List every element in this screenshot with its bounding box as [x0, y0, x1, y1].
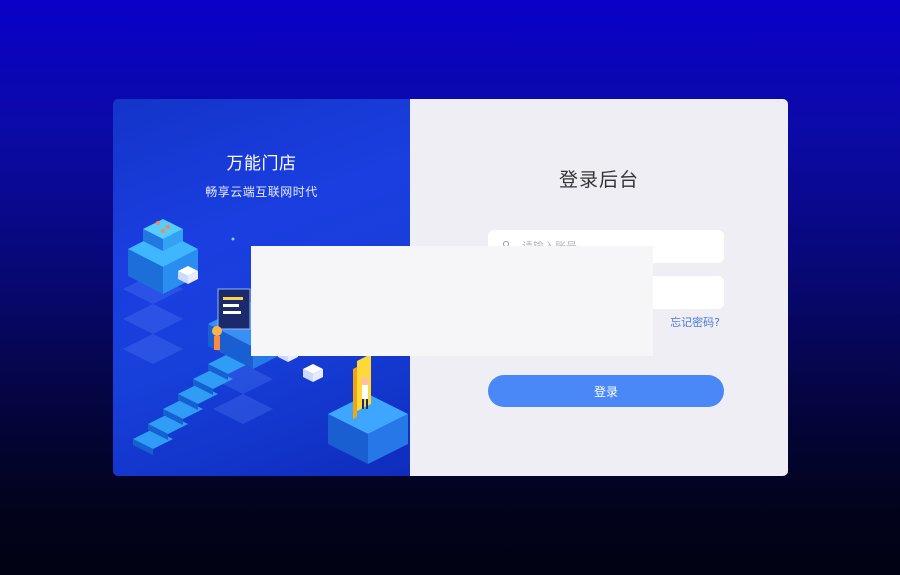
brand-title: 万能门店: [226, 154, 297, 174]
overlay-panel: [251, 246, 653, 356]
login-title: 登录后台: [558, 169, 639, 191]
forgot-password-link[interactable]: 忘记密码?: [670, 314, 720, 330]
login-button[interactable]: 登录: [488, 375, 724, 407]
brand-subtitle: 畅享云端互联网时代: [205, 185, 318, 199]
